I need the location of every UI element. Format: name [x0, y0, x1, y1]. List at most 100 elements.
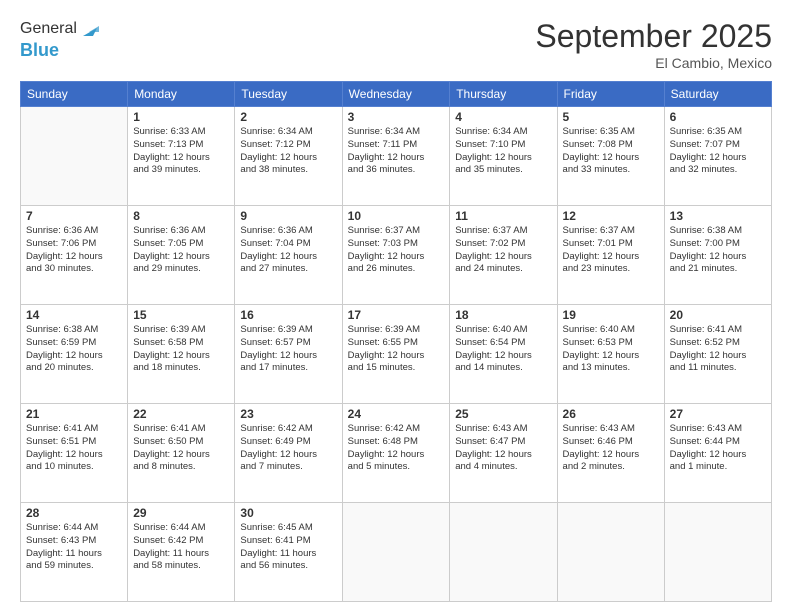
header-tuesday: Tuesday	[235, 82, 342, 107]
day-number: 7	[26, 209, 122, 223]
day-info: Sunrise: 6:35 AM Sunset: 7:08 PM Dayligh…	[563, 126, 659, 177]
day-number: 14	[26, 308, 122, 322]
logo-blue-text: Blue	[20, 40, 59, 61]
day-info: Sunrise: 6:34 AM Sunset: 7:10 PM Dayligh…	[455, 126, 551, 177]
month-title: September 2025	[535, 18, 772, 55]
day-info: Sunrise: 6:37 AM Sunset: 7:02 PM Dayligh…	[455, 225, 551, 276]
day-number: 13	[670, 209, 766, 223]
logo: General Blue	[20, 18, 101, 61]
day-info: Sunrise: 6:41 AM Sunset: 6:50 PM Dayligh…	[133, 423, 229, 474]
week-row-2: 14 Sunrise: 6:38 AM Sunset: 6:59 PM Dayli…	[21, 305, 772, 404]
table-cell: 2Sunrise: 6:34 AM Sunset: 7:12 PM Daylig…	[235, 107, 342, 206]
day-number: 22	[133, 407, 229, 421]
table-cell: 15 Sunrise: 6:39 AM Sunset: 6:58 PM Dayli…	[128, 305, 235, 404]
day-info: Sunrise: 6:42 AM Sunset: 6:49 PM Dayligh…	[240, 423, 336, 474]
table-cell: 17 Sunrise: 6:39 AM Sunset: 6:55 PM Dayli…	[342, 305, 450, 404]
week-row-4: 28 Sunrise: 6:44 AM Sunset: 6:43 PM Dayli…	[21, 503, 772, 602]
table-cell	[21, 107, 128, 206]
day-info: Sunrise: 6:44 AM Sunset: 6:43 PM Dayligh…	[26, 522, 122, 573]
day-number: 11	[455, 209, 551, 223]
day-info: Sunrise: 6:40 AM Sunset: 6:54 PM Dayligh…	[455, 324, 551, 375]
table-cell: 4 Sunrise: 6:34 AM Sunset: 7:10 PM Daylig…	[450, 107, 557, 206]
day-number: 4	[455, 110, 551, 124]
table-cell: 5 Sunrise: 6:35 AM Sunset: 7:08 PM Daylig…	[557, 107, 664, 206]
day-info: Sunrise: 6:36 AM Sunset: 7:04 PM Dayligh…	[240, 225, 336, 276]
table-cell	[557, 503, 664, 602]
day-info: Sunrise: 6:41 AM Sunset: 6:52 PM Dayligh…	[670, 324, 766, 375]
table-cell: 11 Sunrise: 6:37 AM Sunset: 7:02 PM Dayli…	[450, 206, 557, 305]
day-info: Sunrise: 6:39 AM Sunset: 6:55 PM Dayligh…	[348, 324, 445, 375]
table-cell: 30Sunrise: 6:45 AM Sunset: 6:41 PM Dayli…	[235, 503, 342, 602]
week-row-1: 7 Sunrise: 6:36 AM Sunset: 7:06 PM Daylig…	[21, 206, 772, 305]
table-cell: 26 Sunrise: 6:43 AM Sunset: 6:46 PM Dayli…	[557, 404, 664, 503]
table-cell: 9 Sunrise: 6:36 AM Sunset: 7:04 PM Daylig…	[235, 206, 342, 305]
day-number: 25	[455, 407, 551, 421]
week-row-0: 1Sunrise: 6:33 AM Sunset: 7:13 PM Daylig…	[21, 107, 772, 206]
day-info: Sunrise: 6:36 AM Sunset: 7:06 PM Dayligh…	[26, 225, 122, 276]
day-number: 30	[240, 506, 336, 520]
day-number: 5	[563, 110, 659, 124]
header-saturday: Saturday	[664, 82, 771, 107]
day-info: Sunrise: 6:39 AM Sunset: 6:57 PM Dayligh…	[240, 324, 336, 375]
day-info: Sunrise: 6:37 AM Sunset: 7:01 PM Dayligh…	[563, 225, 659, 276]
day-number: 1	[133, 110, 229, 124]
day-number: 21	[26, 407, 122, 421]
header-friday: Friday	[557, 82, 664, 107]
day-info: Sunrise: 6:39 AM Sunset: 6:58 PM Dayligh…	[133, 324, 229, 375]
header-sunday: Sunday	[21, 82, 128, 107]
day-info: Sunrise: 6:43 AM Sunset: 6:46 PM Dayligh…	[563, 423, 659, 474]
day-info: Sunrise: 6:38 AM Sunset: 7:00 PM Dayligh…	[670, 225, 766, 276]
table-cell: 1Sunrise: 6:33 AM Sunset: 7:13 PM Daylig…	[128, 107, 235, 206]
day-info: Sunrise: 6:37 AM Sunset: 7:03 PM Dayligh…	[348, 225, 445, 276]
table-cell: 28 Sunrise: 6:44 AM Sunset: 6:43 PM Dayli…	[21, 503, 128, 602]
header-monday: Monday	[128, 82, 235, 107]
calendar-table: Sunday Monday Tuesday Wednesday Thursday…	[20, 81, 772, 602]
day-number: 29	[133, 506, 229, 520]
day-info: Sunrise: 6:44 AM Sunset: 6:42 PM Dayligh…	[133, 522, 229, 573]
day-info: Sunrise: 6:36 AM Sunset: 7:05 PM Dayligh…	[133, 225, 229, 276]
day-info: Sunrise: 6:40 AM Sunset: 6:53 PM Dayligh…	[563, 324, 659, 375]
table-cell: 3Sunrise: 6:34 AM Sunset: 7:11 PM Daylig…	[342, 107, 450, 206]
day-number: 23	[240, 407, 336, 421]
table-cell: 21Sunrise: 6:41 AM Sunset: 6:51 PM Dayli…	[21, 404, 128, 503]
day-number: 9	[240, 209, 336, 223]
logo-icon	[79, 18, 101, 40]
table-cell: 13 Sunrise: 6:38 AM Sunset: 7:00 PM Dayli…	[664, 206, 771, 305]
day-number: 19	[563, 308, 659, 322]
day-number: 28	[26, 506, 122, 520]
table-cell	[450, 503, 557, 602]
day-number: 15	[133, 308, 229, 322]
day-info: Sunrise: 6:38 AM Sunset: 6:59 PM Dayligh…	[26, 324, 122, 375]
day-info: Sunrise: 6:34 AM Sunset: 7:11 PM Dayligh…	[348, 126, 445, 177]
day-number: 26	[563, 407, 659, 421]
table-cell: 18 Sunrise: 6:40 AM Sunset: 6:54 PM Dayli…	[450, 305, 557, 404]
day-info: Sunrise: 6:43 AM Sunset: 6:44 PM Dayligh…	[670, 423, 766, 474]
table-cell: 8 Sunrise: 6:36 AM Sunset: 7:05 PM Daylig…	[128, 206, 235, 305]
title-block: September 2025 El Cambio, Mexico	[535, 18, 772, 71]
day-number: 24	[348, 407, 445, 421]
day-number: 20	[670, 308, 766, 322]
page: General Blue September 2025 El Cambio, M…	[0, 0, 792, 612]
table-cell: 23 Sunrise: 6:42 AM Sunset: 6:49 PM Dayli…	[235, 404, 342, 503]
table-cell: 7 Sunrise: 6:36 AM Sunset: 7:06 PM Daylig…	[21, 206, 128, 305]
day-number: 12	[563, 209, 659, 223]
table-cell: 16 Sunrise: 6:39 AM Sunset: 6:57 PM Dayli…	[235, 305, 342, 404]
day-number: 18	[455, 308, 551, 322]
header-thursday: Thursday	[450, 82, 557, 107]
day-info: Sunrise: 6:35 AM Sunset: 7:07 PM Dayligh…	[670, 126, 766, 177]
table-cell: 14 Sunrise: 6:38 AM Sunset: 6:59 PM Dayli…	[21, 305, 128, 404]
day-info: Sunrise: 6:42 AM Sunset: 6:48 PM Dayligh…	[348, 423, 445, 474]
table-cell: 29 Sunrise: 6:44 AM Sunset: 6:42 PM Dayli…	[128, 503, 235, 602]
table-cell: 25Sunrise: 6:43 AM Sunset: 6:47 PM Dayli…	[450, 404, 557, 503]
table-cell: 6Sunrise: 6:35 AM Sunset: 7:07 PM Daylig…	[664, 107, 771, 206]
table-cell: 12 Sunrise: 6:37 AM Sunset: 7:01 PM Dayli…	[557, 206, 664, 305]
day-number: 27	[670, 407, 766, 421]
location: El Cambio, Mexico	[535, 55, 772, 71]
day-number: 8	[133, 209, 229, 223]
day-number: 17	[348, 308, 445, 322]
table-cell	[342, 503, 450, 602]
table-cell: 22 Sunrise: 6:41 AM Sunset: 6:50 PM Dayli…	[128, 404, 235, 503]
day-number: 10	[348, 209, 445, 223]
day-number: 16	[240, 308, 336, 322]
day-number: 2	[240, 110, 336, 124]
